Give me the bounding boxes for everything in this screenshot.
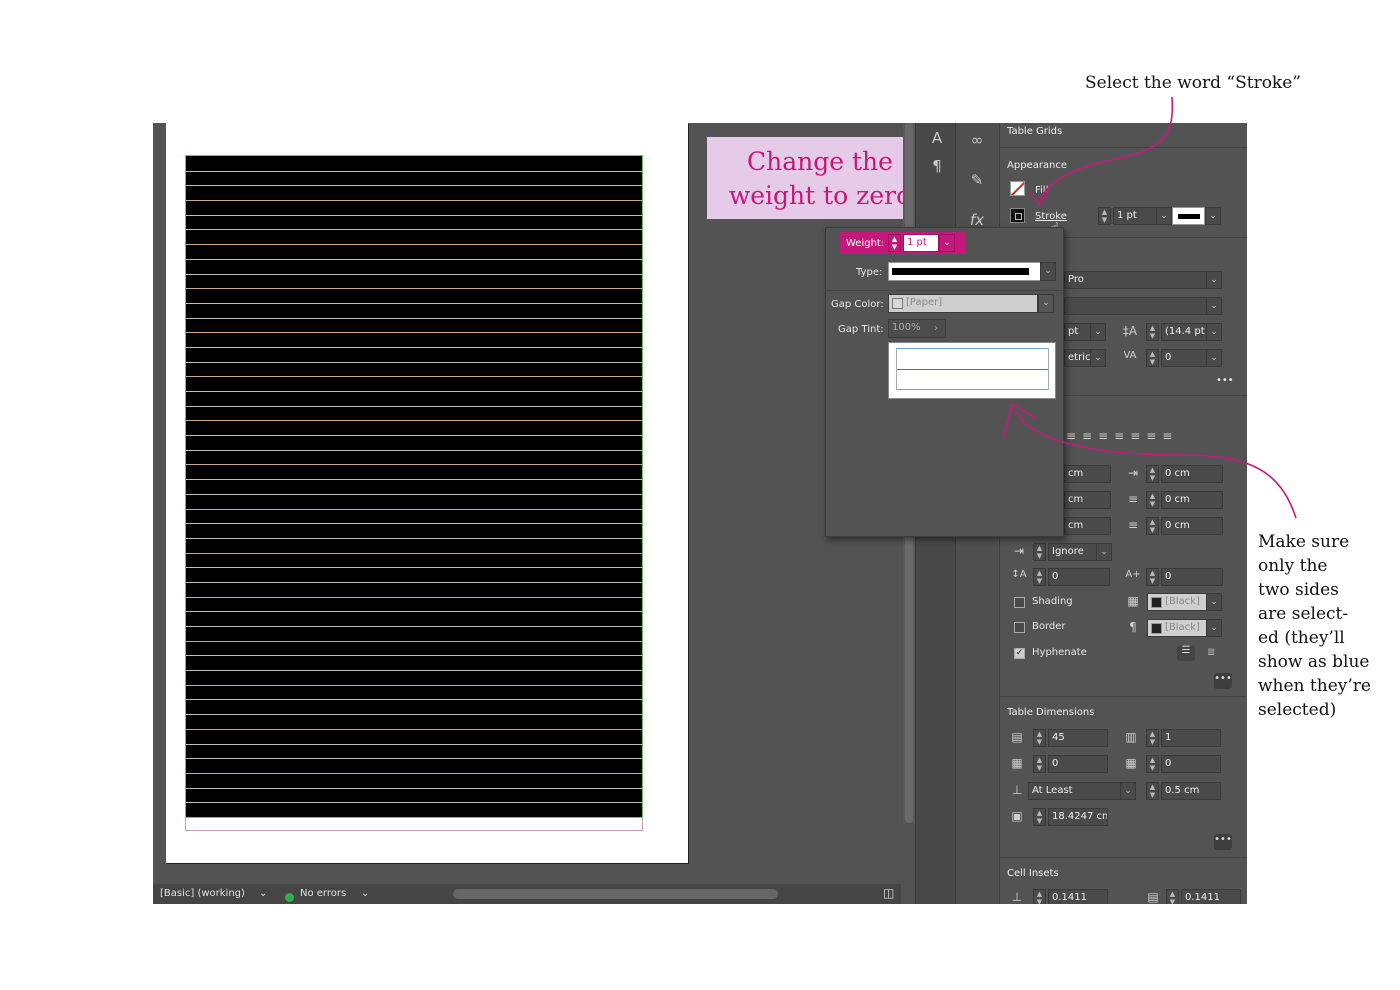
- arrow-to-stroke: [1039, 96, 1174, 201]
- annotation-arrows: [1003, 96, 1297, 519]
- arrow-to-proxy: [1014, 409, 1297, 519]
- arrowhead: [1003, 402, 1037, 438]
